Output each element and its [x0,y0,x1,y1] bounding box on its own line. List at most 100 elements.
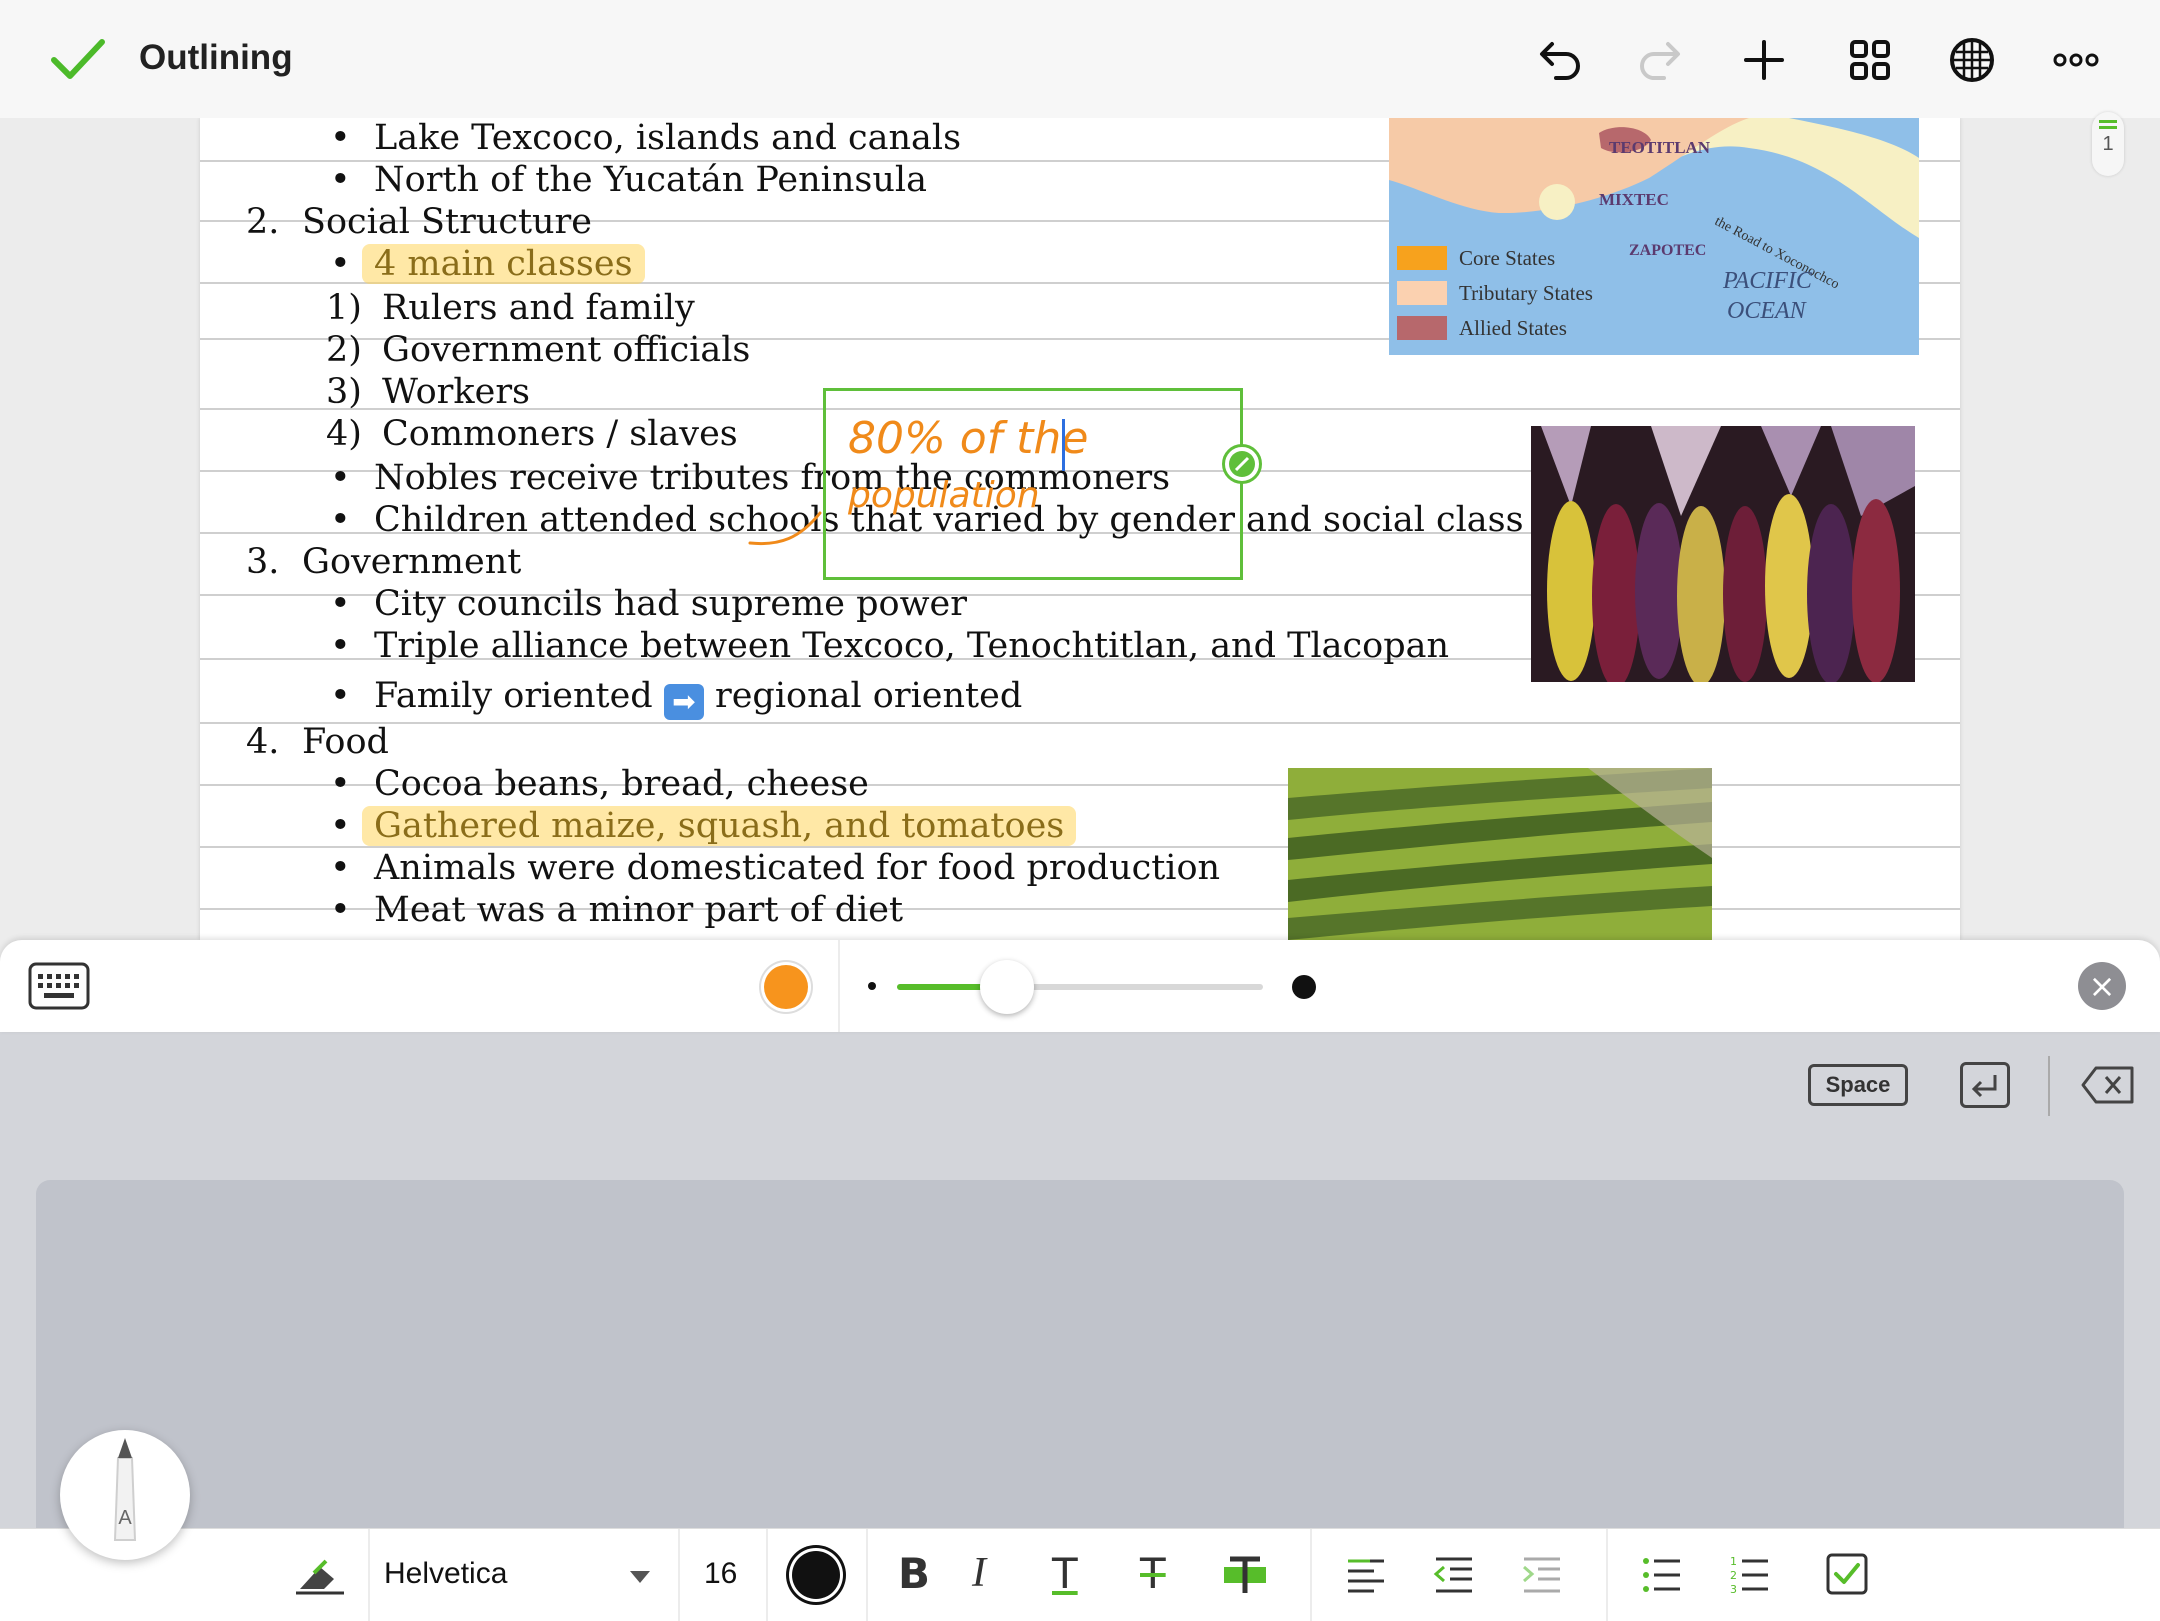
toolbar-divider [838,940,840,1032]
slider-thumb[interactable] [979,960,1034,1014]
keyboard-icon[interactable] [28,962,90,1010]
return-icon [1971,1075,1997,1098]
legend-swatch [1397,316,1447,340]
svg-text:A: A [118,1507,132,1529]
document-area[interactable]: • Lake Texcoco, islands and canals • North… [0,118,2160,940]
underline-icon[interactable]: T [1052,1549,1078,1598]
handwritten-annotation: population [848,475,1040,516]
numbered-list-icon[interactable]: 1 2 3 [1728,1553,1772,1597]
text-cursor [1062,419,1065,471]
pencil-icon: A [113,1438,137,1541]
legend-swatch [1397,281,1447,305]
outdent-icon[interactable] [1432,1553,1476,1597]
key-divider [2048,1056,2050,1116]
outline-bullet[interactable]: • Cocoa beans, bread, cheese [330,764,869,804]
pen-color-swatch[interactable] [764,965,808,1009]
close-pen-toolbar-button[interactable]: × [2078,962,2126,1010]
toolbar-divider [1310,1529,1312,1621]
outline-sub-item[interactable]: 1) Rulers and family [326,288,695,328]
outline-sub-item[interactable]: 3) Workers [326,372,530,412]
grid-icon[interactable] [1840,30,1900,90]
map-region-label: ZAPOTEC [1629,242,1707,259]
outline-bullet[interactable]: • Meat was a minor part of diet [330,890,903,930]
indent-icon[interactable] [1520,1553,1564,1597]
outline-sub-item[interactable]: 2) Government officials [326,330,750,370]
toolbar-divider [1606,1529,1608,1621]
globe-icon[interactable] [1942,30,2002,90]
checklist-icon[interactable] [1824,1551,1870,1597]
highlighted-text: 4 main classes [362,244,645,284]
rice-terrace-image[interactable] [1288,768,1712,940]
font-family-picker[interactable]: Helvetica [384,1557,507,1591]
highlight-icon[interactable] [1222,1551,1268,1599]
legend-label: Core States [1459,246,1556,270]
outline-bullet[interactable]: • City councils had supreme power [330,584,967,624]
note-title: Outlining [139,38,293,77]
outline-bullet[interactable]: • 4 main classes [330,244,645,284]
page-rule [200,722,1960,724]
outline-bullet[interactable]: • Animals were domesticated for food prod… [330,848,1220,888]
svg-text:1: 1 [1730,1555,1737,1568]
toolbar-divider [678,1529,680,1621]
legend-swatch [1397,246,1447,270]
delete-key-icon[interactable] [2080,1062,2136,1108]
map-image[interactable]: TEOTITLAN MIXTEC ZAPOTEC the Road to Xoc… [1389,118,1919,355]
handwritten-annotation: 80% of the [848,413,1089,464]
handwriting-selection-box[interactable]: 80% of the population [823,388,1243,580]
toolbar-divider [766,1529,768,1621]
map-ocean-label: OCEAN [1727,298,1806,324]
corn-illustration [1531,426,1915,682]
toolbar-divider [866,1529,868,1621]
strikethrough-icon[interactable]: T [1140,1549,1166,1598]
apple-pencil-button[interactable]: A [60,1430,190,1560]
stroke-size-large-icon [1292,975,1316,999]
outline-heading[interactable]: 4. Food [246,722,389,762]
page-indicator[interactable]: 1 [2092,112,2124,176]
map-ocean-label: PACIFIC [1723,268,1812,294]
legend-label: Tributary States [1459,281,1593,305]
right-arrow-icon: ➡ [663,684,704,720]
align-left-icon[interactable] [1344,1553,1388,1597]
more-icon[interactable] [2046,30,2106,90]
corn-image[interactable] [1531,426,1915,682]
format-toolbar: Helvetica 16 B I T T 1 2 3 [0,1528,2160,1621]
outline-bullet[interactable]: • Gathered maize, squash, and tomatoes [330,806,1077,846]
outline-bullet[interactable]: • Triple alliance between Texcoco, Tenoch… [330,626,1449,666]
stroke-size-small-icon [868,982,876,990]
pen-eraser-icon[interactable] [290,1549,350,1601]
outline-bullet[interactable]: • Family oriented ➡ regional oriented [330,676,1022,720]
highlighted-text: Gathered maize, squash, and tomatoes [362,806,1077,846]
undo-icon[interactable] [1528,30,1588,90]
resize-handle[interactable] [1222,444,1262,484]
italic-icon[interactable]: I [972,1549,986,1597]
return-key[interactable] [1960,1062,2010,1108]
handwriting-pad[interactable] [36,1180,2124,1528]
text-color-swatch[interactable] [792,1551,840,1599]
outline-heading[interactable]: 3. Government [246,542,521,582]
terrace-illustration [1288,768,1712,940]
legend-label: Allied States [1459,316,1567,340]
font-size-field[interactable]: 16 [704,1557,737,1591]
svg-text:3: 3 [1730,1583,1737,1596]
bold-icon[interactable]: B [898,1549,930,1598]
checkmark-icon[interactable] [50,36,106,84]
stroke-size-slider[interactable] [897,984,1263,990]
page-number: 1 [2102,133,2114,155]
toolbar-divider [368,1529,370,1621]
add-icon[interactable] [1734,30,1794,90]
pen-toolbar: × [0,940,2160,1032]
bullet-list-icon[interactable] [1640,1553,1684,1597]
outline-bullet[interactable]: • Lake Texcoco, islands and canals [330,118,961,158]
svg-text:2: 2 [1730,1569,1737,1582]
top-bar: Outlining [0,0,2160,118]
chevron-down-icon[interactable] [630,1571,650,1583]
handwriting-input-area: Space [0,1032,2160,1528]
outline-bullet[interactable]: • North of the Yucatán Peninsula [330,160,927,200]
outline-sub-item[interactable]: 4) Commoners / slaves [326,414,738,454]
resize-icon [1229,451,1255,477]
outline-heading[interactable]: 2. Social Structure [246,202,592,242]
map-region-label: TEOTITLAN [1609,138,1711,157]
map-region-label: MIXTEC [1599,190,1669,209]
space-key[interactable]: Space [1808,1064,1908,1106]
redo-icon[interactable] [1632,30,1692,90]
